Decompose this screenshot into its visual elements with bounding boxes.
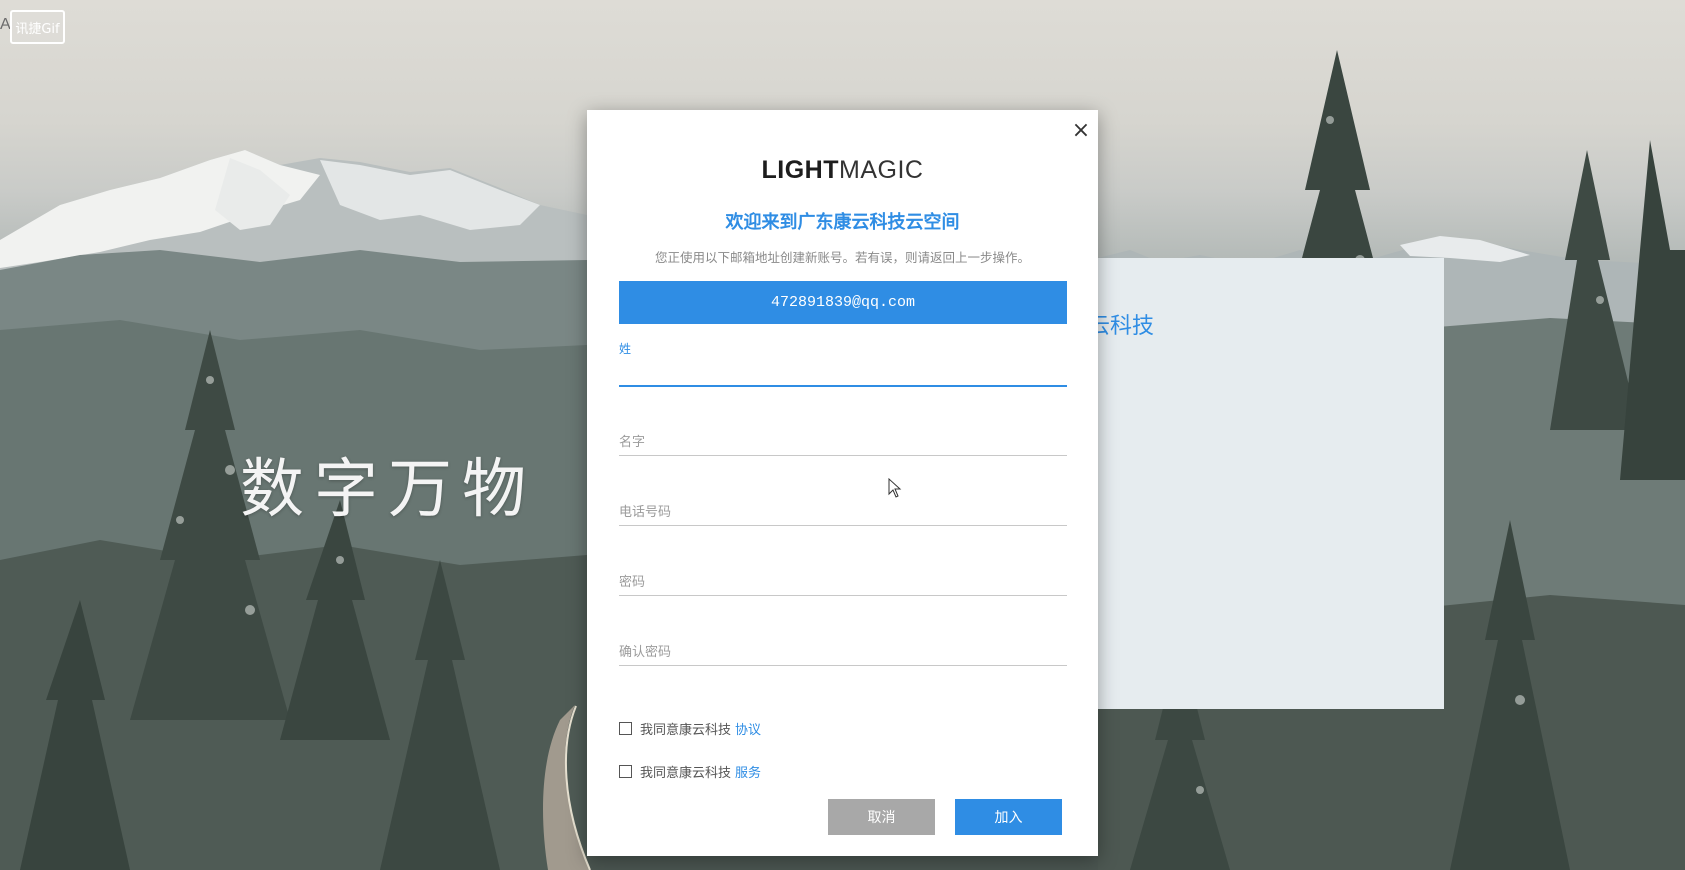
logo-light-text: MAGIC [839,156,924,184]
email-display: 472891839@qq.com [619,281,1067,324]
password-input[interactable] [619,568,1067,592]
last-name-field[interactable]: 姓 [619,340,1067,388]
hero-slogan: 数字万物 [240,453,536,527]
last-name-label: 姓 [619,342,632,356]
phone-underline [619,525,1067,526]
confirm-password-input[interactable] [619,638,1067,662]
phone-field[interactable]: 电话号码 [619,496,1067,528]
confirm-password-field[interactable]: 确认密码 [619,636,1067,668]
password-field[interactable]: 密码 [619,566,1067,598]
welcome-title: 欢迎来到广东康云科技云空间 [725,212,960,233]
agreement-row-protocol: 我同意康云科技 协议 [619,719,761,738]
first-name-underline [619,455,1067,456]
first-name-field[interactable]: 名字 [619,426,1067,458]
last-name-input[interactable] [619,360,1067,384]
welcome-subtitle: 您正使用以下邮箱地址创建新账号。若有误，则请返回上一步操作。 [654,250,1030,265]
lightmagic-logo: LIGHTMAGIC [587,156,1098,185]
phone-input[interactable] [619,498,1067,522]
password-underline [619,595,1067,596]
confirm-password-underline [619,665,1067,666]
gif-watermark-badge: 讯捷Gif [10,10,65,44]
service-link[interactable]: 服务 [735,762,761,781]
cancel-button[interactable]: 取消 [828,799,935,835]
logo-bold-text: LIGHT [761,156,840,184]
checkbox-icon[interactable] [619,765,632,778]
agreement-text: 我同意康云科技 [640,766,732,781]
join-button[interactable]: 加入 [955,799,1062,835]
last-name-underline [619,385,1067,387]
mouse-pointer-icon [888,478,902,498]
agreement-row-service: 我同意康云科技 服务 [619,762,761,781]
protocol-link[interactable]: 协议 [735,719,761,738]
close-icon[interactable]: × [1070,120,1092,142]
agreement-text: 我同意康云科技 [640,723,732,738]
first-name-input[interactable] [619,428,1067,452]
checkbox-icon[interactable] [619,722,632,735]
